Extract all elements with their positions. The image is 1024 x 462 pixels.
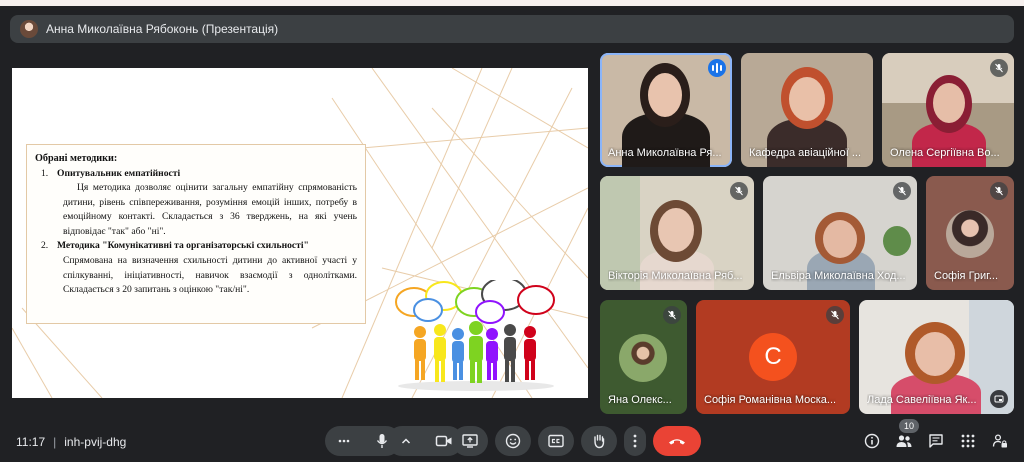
raise-hand-button[interactable]	[581, 426, 617, 456]
present-now-button[interactable]	[452, 426, 488, 456]
chat-button[interactable]	[925, 430, 947, 452]
people-speech-bubbles-illustration	[395, 280, 555, 391]
participant-name: Олена Сергіївна Во...	[890, 147, 1000, 159]
present-screen-icon	[462, 434, 478, 448]
presentation-banner: Анна Миколаївна Рябоконь (Презентація)	[10, 15, 1014, 43]
slide-heading: Обрані методики:	[35, 153, 118, 164]
captions-button[interactable]	[538, 426, 574, 456]
mic-options-button[interactable]	[325, 426, 363, 456]
method-2: 2. Методика "Комунікативні та організато…	[35, 239, 357, 254]
participant-tile[interactable]: Яна Олекс...	[600, 300, 687, 414]
more-vertical-icon	[633, 434, 637, 448]
method-2-desc: Спрямована на визначення схильності дити…	[63, 254, 357, 296]
hang-up-icon	[669, 439, 685, 445]
methods-text-box: Обрані методики: 1. Опитувальник емпатій…	[26, 144, 366, 324]
speaking-indicator-icon	[708, 59, 726, 77]
participant-name: Вікторія Миколаївна Ряб...	[608, 270, 743, 282]
info-icon	[864, 433, 880, 449]
participant-initial-avatar: С	[749, 333, 797, 381]
more-horizontal-icon	[338, 439, 350, 443]
activities-button[interactable]	[957, 430, 979, 452]
participant-tile[interactable]: Лада Савеліївна Як...	[859, 300, 1014, 414]
participant-name: Ельвіра Миколаївна Ход...	[771, 270, 906, 282]
pin-tile-icon[interactable]	[990, 390, 1008, 408]
participant-name: Софія Григ...	[934, 270, 999, 282]
participant-name: Кафедра авіаційної ...	[749, 147, 862, 159]
people-button[interactable]	[893, 430, 915, 452]
meeting-control-bar: 11:17 | inh-pvij-dhg	[0, 420, 1024, 462]
leave-call-button[interactable]	[653, 426, 701, 456]
presenter-avatar	[20, 20, 38, 38]
more-options-button[interactable]	[624, 426, 646, 456]
apps-grid-icon	[961, 434, 975, 448]
method-1: 1. Опитувальник емпатійності	[35, 167, 357, 182]
participant-tile[interactable]: Олена Сергіївна Во...	[882, 53, 1014, 167]
participant-profile-photo	[619, 334, 667, 382]
participant-tile[interactable]: Софія Григ...	[926, 176, 1014, 290]
participant-tile[interactable]: Вікторія Миколаївна Ряб...	[600, 176, 754, 290]
window-top-strip	[0, 0, 1024, 6]
hand-icon	[594, 434, 605, 449]
people-icon	[896, 435, 912, 447]
participant-tile[interactable]: Кафедра авіаційної ...	[741, 53, 873, 167]
method-1-title: Опитувальник емпатійності	[57, 167, 181, 179]
participant-tile[interactable]: С Софія Романівна Моска...	[696, 300, 850, 414]
mic-muted-icon	[663, 306, 681, 324]
meeting-info: 11:17 | inh-pvij-dhg	[16, 435, 127, 449]
participant-name: Яна Олекс...	[608, 394, 672, 406]
mic-muted-icon	[730, 182, 748, 200]
chevron-up-icon	[401, 438, 411, 444]
emoji-icon	[505, 433, 521, 449]
meeting-details-button[interactable]	[861, 430, 883, 452]
lock-person-icon	[992, 434, 1007, 448]
participant-name: Софія Романівна Моска...	[704, 394, 837, 406]
presentation-slide: Обрані методики: 1. Опитувальник емпатій…	[12, 68, 588, 398]
mic-muted-icon	[826, 306, 844, 324]
host-controls-button[interactable]	[989, 430, 1011, 452]
participant-tile[interactable]: Ельвіра Миколаївна Ход...	[763, 176, 917, 290]
participant-profile-photo	[946, 210, 994, 258]
people-count-badge: 10	[899, 419, 919, 433]
closed-captions-icon	[548, 434, 564, 448]
meeting-code: inh-pvij-dhg	[64, 435, 127, 449]
participant-tile[interactable]: Анна Миколаївна Ря...	[600, 53, 732, 167]
video-camera-icon	[435, 435, 452, 447]
camera-options-button[interactable]	[387, 426, 425, 456]
method-2-title: Методика "Комунікативні та організаторсь…	[57, 240, 309, 252]
participant-name: Лада Савеліївна Як...	[867, 394, 977, 406]
mic-muted-icon	[990, 59, 1008, 77]
clock-time: 11:17	[16, 435, 46, 449]
mic-muted-icon	[893, 182, 911, 200]
participant-name: Анна Миколаївна Ря...	[608, 147, 722, 159]
presenter-name: Анна Миколаївна Рябоконь (Презентація)	[46, 22, 279, 36]
chat-icon	[929, 434, 943, 448]
method-1-desc: Ця методика дозволяє оцінити загальну ем…	[63, 182, 357, 237]
mic-muted-icon	[990, 182, 1008, 200]
reactions-button[interactable]	[495, 426, 531, 456]
